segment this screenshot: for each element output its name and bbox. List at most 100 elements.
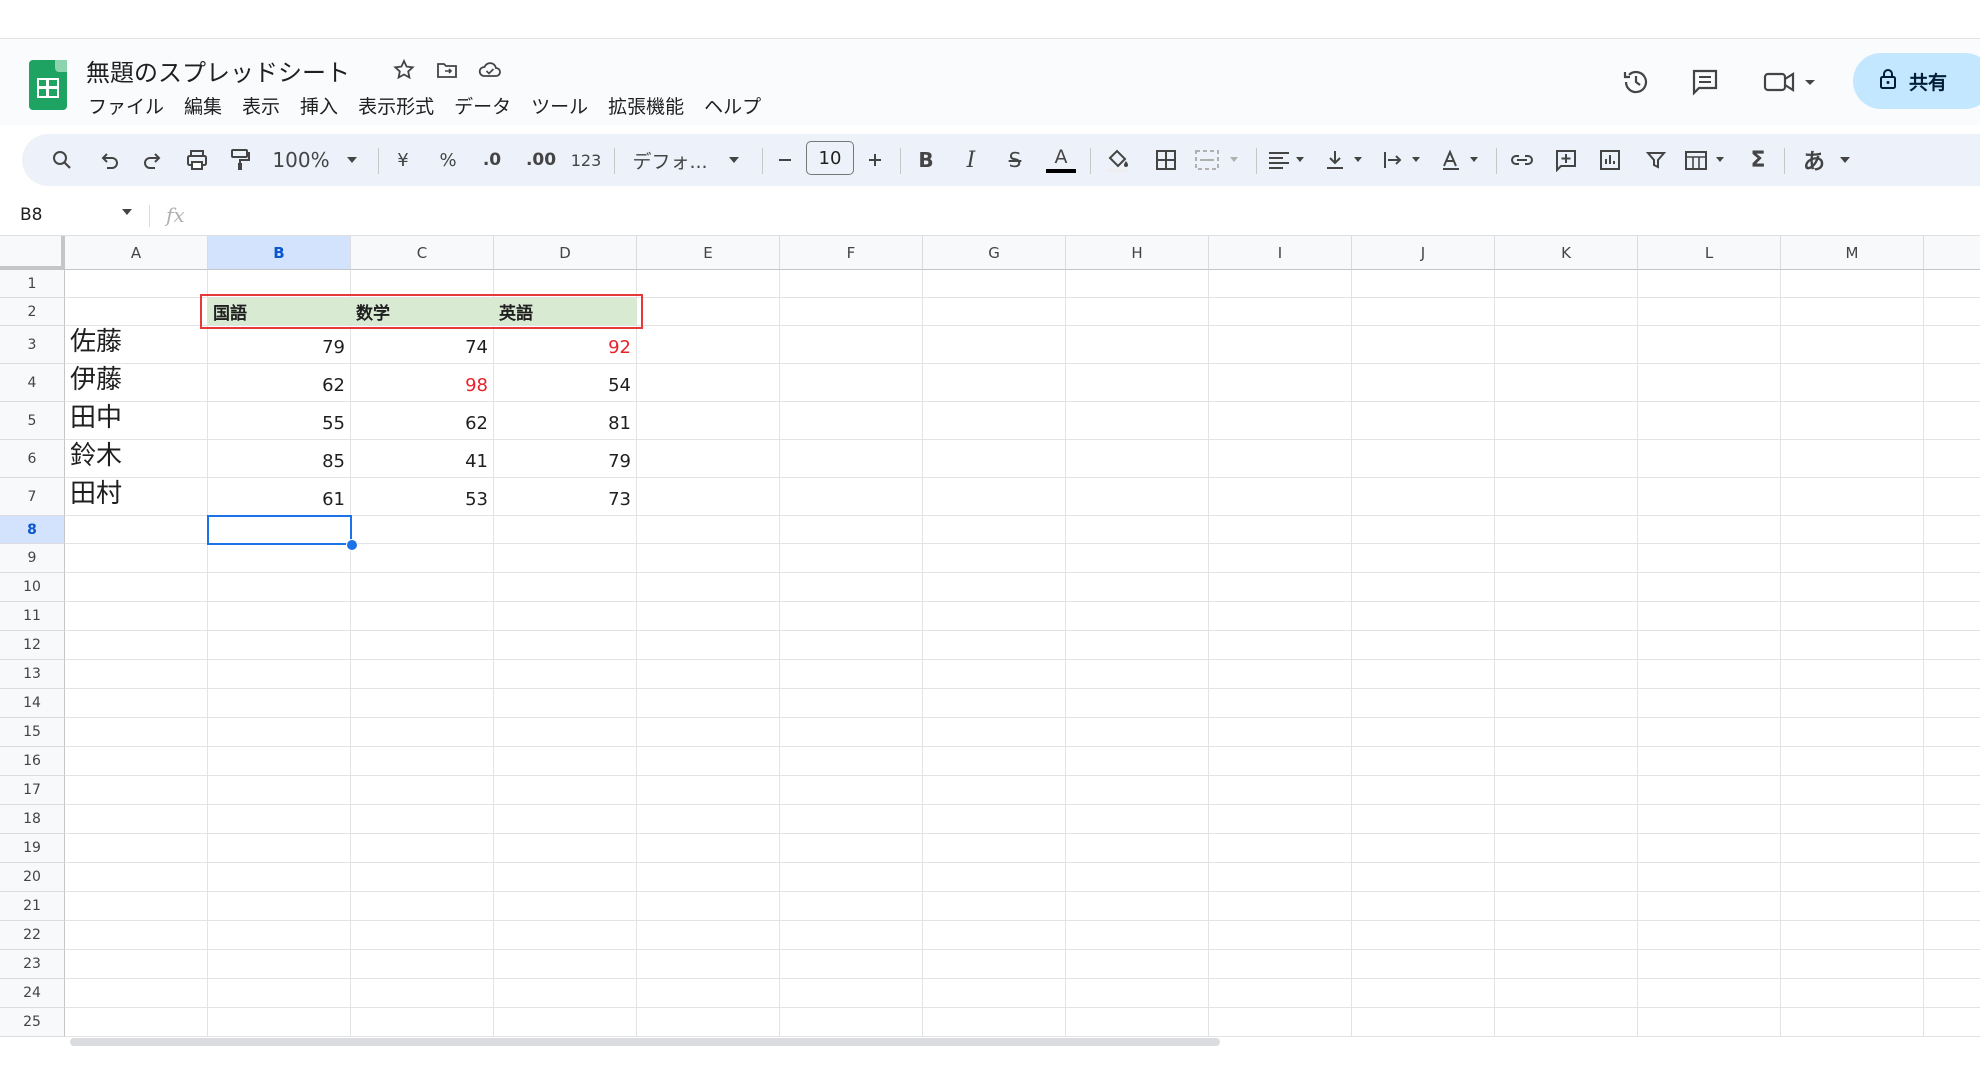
document-title[interactable]: 無題のスプレッドシート [86,53,350,88]
score-cell[interactable]: 55 [208,402,351,440]
undo-icon[interactable] [91,142,127,178]
filter-views-icon[interactable] [1682,142,1734,178]
font-dropdown-icon[interactable] [722,142,746,178]
menu-edit[interactable]: 編集 [174,90,232,118]
vertical-align-icon[interactable] [1322,142,1372,178]
row-header-18[interactable]: 18 [0,805,65,834]
menu-format[interactable]: 表示形式 [348,90,444,118]
strikethrough-button[interactable]: S [999,142,1031,178]
column-header-l[interactable]: L [1638,236,1781,270]
meet-video-icon[interactable] [1758,60,1824,104]
share-button[interactable]: 共有 [1853,53,1980,109]
menu-view[interactable]: 表示 [232,90,290,118]
filter-icon[interactable] [1638,142,1674,178]
column-header-c[interactable]: C [351,236,494,270]
score-cell[interactable]: 74 [351,326,494,364]
text-color-button[interactable]: A [1043,142,1079,178]
merge-cells-icon[interactable] [1192,142,1246,178]
active-cell-selection[interactable] [207,515,352,545]
row-header-14[interactable]: 14 [0,689,65,718]
zoom-select[interactable]: 100% [270,142,332,178]
column-header-g[interactable]: G [923,236,1066,270]
score-cell[interactable]: 79 [494,440,637,478]
row-header-20[interactable]: 20 [0,863,65,892]
score-cell[interactable]: 81 [494,402,637,440]
student-name-cell[interactable]: 伊藤 [65,364,208,402]
row-header-11[interactable]: 11 [0,602,65,631]
redo-icon[interactable] [135,142,171,178]
score-cell[interactable]: 98 [351,364,494,402]
row-header-8[interactable]: 8 [0,516,65,544]
row-header-15[interactable]: 15 [0,718,65,747]
menu-file[interactable]: ファイル [78,90,174,118]
column-header-m[interactable]: M [1781,236,1924,270]
bold-button[interactable]: B [910,142,942,178]
row-header-4[interactable]: 4 [0,364,65,402]
student-name-cell[interactable]: 佐藤 [65,326,208,364]
horizontal-align-icon[interactable] [1264,142,1314,178]
insert-chart-icon[interactable] [1592,142,1628,178]
input-tools-dropdown-icon[interactable] [1834,142,1856,178]
italic-button[interactable]: I [955,142,987,178]
star-icon[interactable] [389,55,419,85]
functions-button[interactable]: Σ [1740,142,1776,178]
row-header-16[interactable]: 16 [0,747,65,776]
score-cell[interactable]: 62 [351,402,494,440]
row-header-13[interactable]: 13 [0,660,65,689]
increase-font-size-icon[interactable] [862,142,888,178]
score-cell[interactable]: 73 [494,478,637,516]
score-cell[interactable]: 41 [351,440,494,478]
version-history-icon[interactable] [1614,60,1658,104]
row-header-10[interactable]: 10 [0,573,65,602]
row-header-3[interactable]: 3 [0,326,65,364]
student-name-cell[interactable]: 田中 [65,402,208,440]
fill-handle[interactable] [346,539,358,551]
score-cell[interactable]: 61 [208,478,351,516]
row-header-17[interactable]: 17 [0,776,65,805]
insert-comment-icon[interactable] [1548,142,1584,178]
text-rotation-icon[interactable] [1438,142,1488,178]
column-header-k[interactable]: K [1495,236,1638,270]
score-cell[interactable]: 54 [494,364,637,402]
font-select[interactable]: デフォ... [628,142,712,178]
fill-color-icon[interactable] [1100,142,1136,178]
menu-insert[interactable]: 挿入 [290,90,348,118]
zoom-dropdown-icon[interactable] [340,142,364,178]
decrease-font-size-icon[interactable] [772,142,798,178]
more-formats-button[interactable]: 123 [568,142,604,178]
input-tools-button[interactable]: あ [1794,142,1834,178]
row-header-2[interactable]: 2 [0,298,65,326]
increase-decimal-button[interactable]: .00 [520,142,562,178]
row-header-7[interactable]: 7 [0,478,65,516]
column-header-h[interactable]: H [1066,236,1209,270]
insert-link-icon[interactable] [1504,142,1540,178]
row-header-25[interactable]: 25 [0,1008,65,1037]
decrease-decimal-button[interactable]: .0 [474,142,510,178]
score-cell[interactable]: 62 [208,364,351,402]
column-header-f[interactable]: F [780,236,923,270]
menu-data[interactable]: データ [444,90,521,118]
comments-icon[interactable] [1683,60,1727,104]
score-cell[interactable]: 85 [208,440,351,478]
spreadsheet-grid[interactable]: A B C D E F G H I J K L M 1 2 3 4 5 6 7 8 9 10 11 12 13 14 15 16 17 18… [0,236,1980,1044]
paint-format-icon[interactable] [222,142,258,178]
column-header-a[interactable]: A [65,236,208,270]
borders-icon[interactable] [1148,142,1184,178]
text-wrapping-icon[interactable] [1380,142,1430,178]
row-header-24[interactable]: 24 [0,979,65,1008]
cloud-saved-icon[interactable] [475,55,505,85]
currency-format-button[interactable]: ¥ [388,142,418,178]
row-header-9[interactable]: 9 [0,544,65,573]
menu-tools[interactable]: ツール [521,90,598,118]
search-menus-icon[interactable] [44,142,80,178]
row-header-6[interactable]: 6 [0,440,65,478]
sheets-logo-icon[interactable] [29,60,67,110]
student-name-cell[interactable]: 鈴木 [65,440,208,478]
row-header-1[interactable]: 1 [0,270,65,298]
score-cell[interactable]: 53 [351,478,494,516]
column-header-e[interactable]: E [637,236,780,270]
score-cell[interactable]: 79 [208,326,351,364]
name-box[interactable]: B8 [20,205,42,225]
row-header-12[interactable]: 12 [0,631,65,660]
menu-help[interactable]: ヘルプ [694,90,771,118]
